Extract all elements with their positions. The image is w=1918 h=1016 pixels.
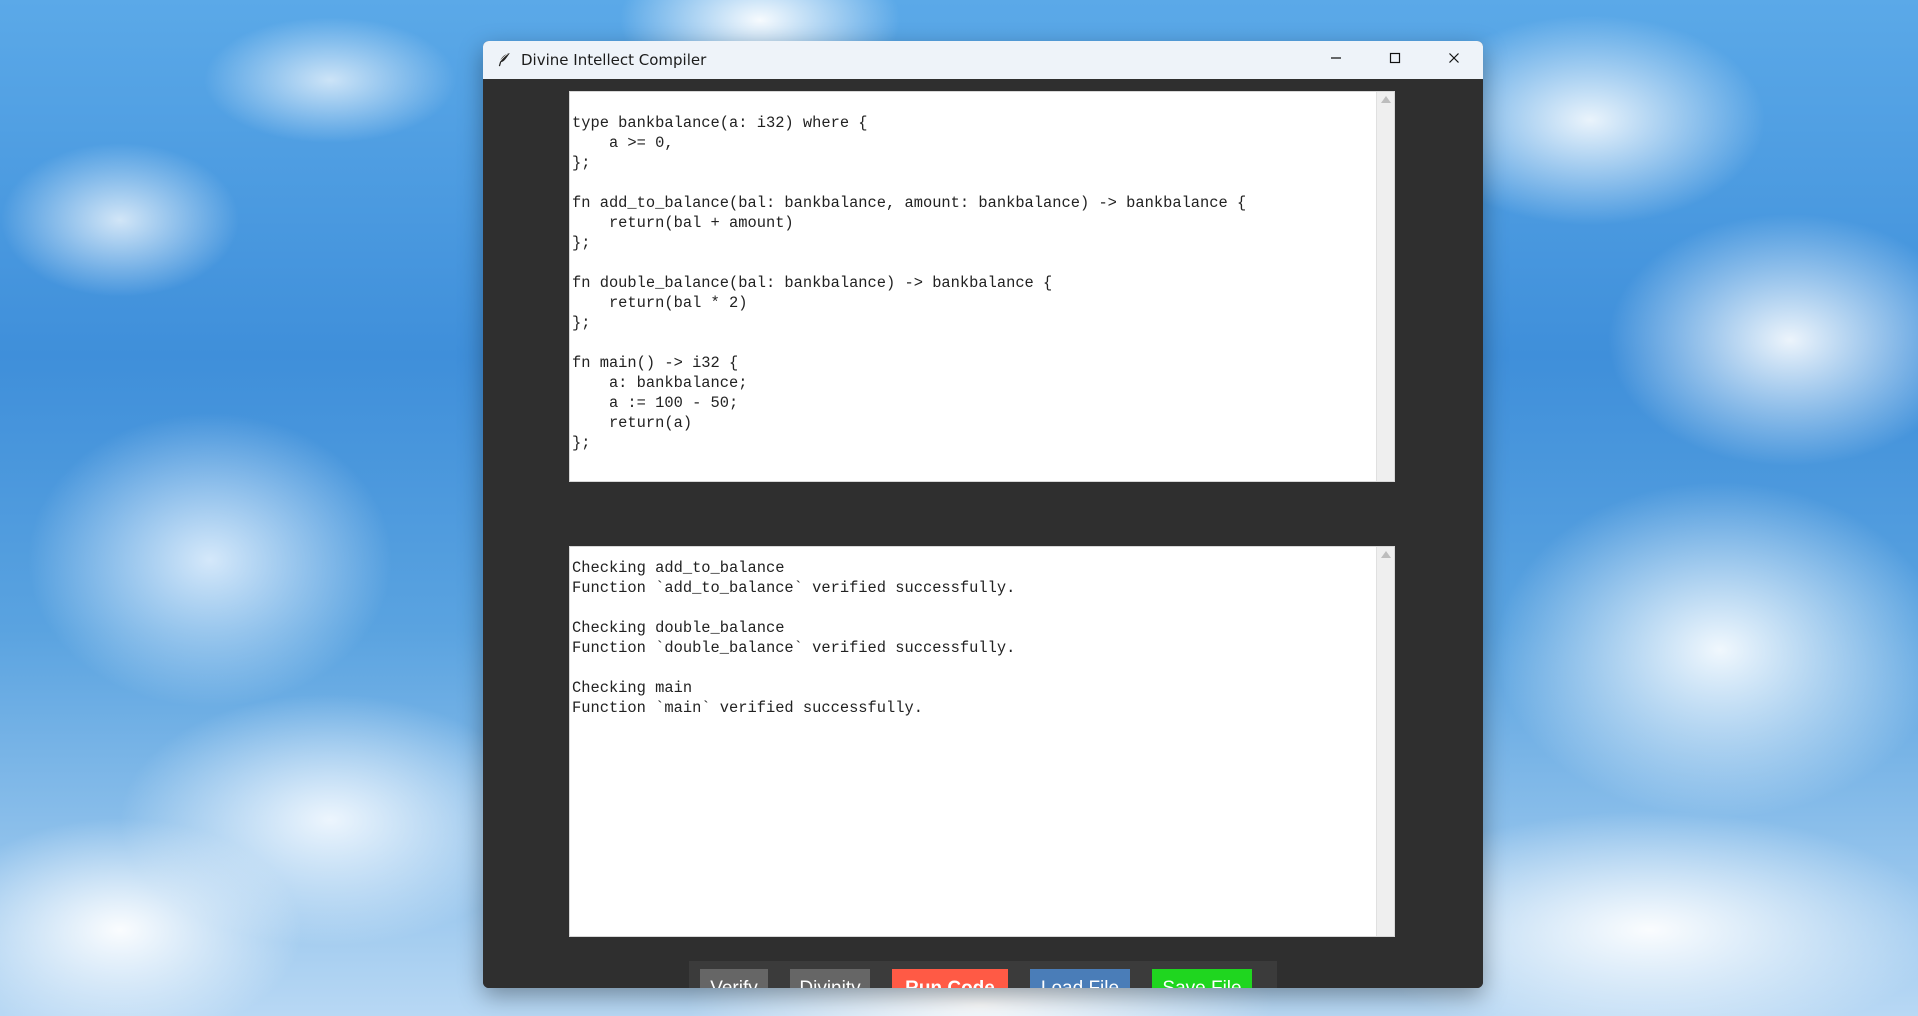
code-editor-text[interactable]: type bankbalance(a: i32) where { a >= 0,… xyxy=(572,113,1374,481)
window-content: type bankbalance(a: i32) where { a >= 0,… xyxy=(483,79,1483,988)
editor-scrollbar[interactable] xyxy=(1376,92,1394,481)
window-title: Divine Intellect Compiler xyxy=(521,50,707,69)
close-button[interactable] xyxy=(1424,41,1483,79)
verify-button[interactable]: Verify xyxy=(700,969,768,988)
output-scrollbar[interactable] xyxy=(1376,547,1394,936)
output-text: Checking add_to_balance Function `add_to… xyxy=(572,559,1016,717)
close-icon xyxy=(1448,51,1460,69)
output-console[interactable]: Checking add_to_balance Function `add_to… xyxy=(569,546,1395,937)
load-file-button[interactable]: Load File xyxy=(1030,969,1130,988)
app-window: Divine Intellect Compiler type bankbalan… xyxy=(483,41,1483,988)
code-editor[interactable]: type bankbalance(a: i32) where { a >= 0,… xyxy=(569,91,1395,482)
minimize-icon xyxy=(1330,51,1342,69)
run-code-button[interactable]: Run Code xyxy=(892,969,1008,988)
feather-icon xyxy=(495,51,513,69)
maximize-button[interactable] xyxy=(1365,41,1424,79)
save-file-button[interactable]: Save File xyxy=(1152,969,1252,988)
maximize-icon xyxy=(1389,51,1401,69)
scroll-up-icon[interactable] xyxy=(1381,551,1391,558)
minimize-button[interactable] xyxy=(1306,41,1365,79)
window-controls xyxy=(1306,41,1483,79)
scroll-up-icon[interactable] xyxy=(1381,96,1391,103)
action-toolbar: Verify Divinity Run Code Load File Save … xyxy=(689,961,1277,988)
title-bar[interactable]: Divine Intellect Compiler xyxy=(483,41,1483,79)
divinity-button[interactable]: Divinity xyxy=(790,969,870,988)
